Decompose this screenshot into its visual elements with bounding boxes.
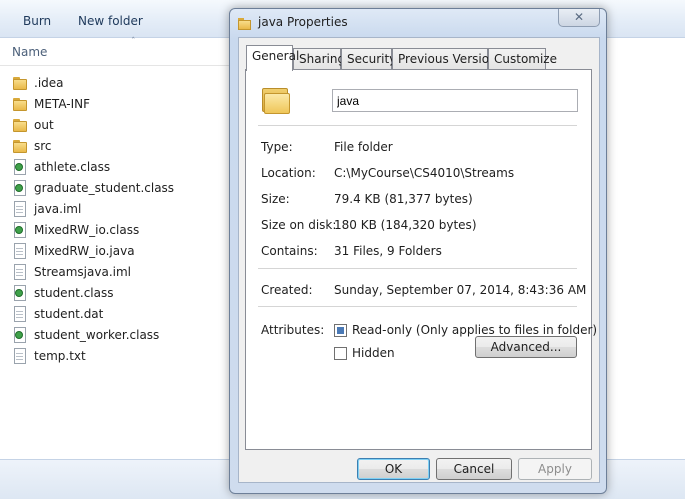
size-on-disk-value: 180 KB (184,320 bytes) xyxy=(334,218,477,232)
file-icon xyxy=(12,242,28,259)
size-label: Size: xyxy=(261,192,290,206)
file-list-item[interactable]: MixedRW_io.class xyxy=(12,219,232,240)
file-name: athlete.class xyxy=(34,159,111,174)
contains-label: Contains: xyxy=(261,244,318,258)
file-list-item[interactable]: athlete.class xyxy=(12,156,232,177)
file-list: .idea META-INF out src athlete.class graduate… xyxy=(12,72,232,366)
file-list-item[interactable]: out xyxy=(12,114,232,135)
file-name: student.class xyxy=(34,285,114,300)
file-name: src xyxy=(34,138,52,153)
close-icon: ✕ xyxy=(573,10,585,24)
folder-icon xyxy=(238,17,252,31)
file-icon xyxy=(12,200,28,217)
attributes-label: Attributes: xyxy=(261,323,325,337)
file-list-item[interactable]: student_worker.class xyxy=(12,324,232,345)
advanced-button[interactable]: Advanced... xyxy=(475,336,577,358)
class-file-icon xyxy=(12,158,28,175)
name-column-header[interactable]: Name ˆ xyxy=(0,37,230,66)
apply-button[interactable]: Apply xyxy=(518,458,592,480)
readonly-label: Read-only (Only applies to files in fold… xyxy=(352,323,598,337)
close-button[interactable]: ✕ xyxy=(558,9,600,27)
file-icon xyxy=(12,263,28,280)
file-name: student_worker.class xyxy=(34,327,160,342)
file-name: META-INF xyxy=(34,96,91,111)
general-tab-panel: Type: File folder Location: C:\MyCourse\… xyxy=(245,69,597,450)
class-file-icon xyxy=(12,221,28,238)
class-file-icon xyxy=(12,284,28,301)
file-list-item[interactable]: Streamsjava.iml xyxy=(12,261,232,282)
created-value: Sunday, September 07, 2014, 8:43:36 AM xyxy=(334,283,587,297)
file-icon xyxy=(12,347,28,364)
folder-name-input[interactable] xyxy=(332,89,578,112)
new-folder-button[interactable]: New folder xyxy=(78,14,143,28)
type-value: File folder xyxy=(334,140,393,154)
file-list-item[interactable]: java.iml xyxy=(12,198,232,219)
file-list-item[interactable]: .idea xyxy=(12,72,232,93)
readonly-checkbox[interactable] xyxy=(334,324,347,337)
created-label: Created: xyxy=(261,283,313,297)
file-list-item[interactable]: MixedRW_io.java xyxy=(12,240,232,261)
file-list-item[interactable]: graduate_student.class xyxy=(12,177,232,198)
divider xyxy=(258,268,577,269)
file-list-item[interactable]: META-INF xyxy=(12,93,232,114)
tab-general[interactable]: General xyxy=(246,45,299,71)
location-value: C:\MyCourse\CS4010\Streams xyxy=(334,166,515,180)
file-list-item[interactable]: student.dat xyxy=(12,303,232,324)
sort-ascending-icon: ˆ xyxy=(131,37,136,47)
file-name: student.dat xyxy=(34,306,104,321)
tab-customize[interactable]: Customize xyxy=(488,48,557,70)
dialog-client-area: General Sharing Security Previous Versio… xyxy=(238,37,600,483)
ok-button[interactable]: OK xyxy=(357,458,430,480)
properties-dialog: java Properties ✕ General Sharing Securi… xyxy=(229,8,607,494)
cancel-button[interactable]: Cancel xyxy=(436,458,512,480)
file-list-item[interactable]: student.class xyxy=(12,282,232,303)
dialog-title: java Properties xyxy=(258,15,348,29)
file-name: .idea xyxy=(34,75,64,90)
burn-button[interactable]: Burn xyxy=(23,14,51,28)
tab-sharing[interactable]: Sharing xyxy=(293,48,345,70)
file-name: graduate_student.class xyxy=(34,180,175,195)
class-file-icon xyxy=(12,179,28,196)
contains-value: 31 Files, 9 Folders xyxy=(334,244,442,258)
divider xyxy=(258,306,577,307)
file-name: temp.txt xyxy=(34,348,86,363)
name-column-label: Name xyxy=(12,45,48,59)
file-icon xyxy=(12,305,28,322)
tab-security[interactable]: Security xyxy=(341,48,396,70)
tab-previous-versions[interactable]: Previous Versions xyxy=(392,48,503,70)
file-list-item[interactable]: src xyxy=(12,135,232,156)
file-list-item[interactable]: temp.txt xyxy=(12,345,232,366)
class-file-icon xyxy=(12,326,28,343)
hidden-checkbox[interactable] xyxy=(334,347,347,360)
file-name: out xyxy=(34,117,54,132)
folder-icon xyxy=(12,138,28,154)
type-label: Type: xyxy=(261,140,293,154)
folder-icon xyxy=(12,96,28,112)
size-value: 79.4 KB (81,377 bytes) xyxy=(334,192,473,206)
file-name: MixedRW_io.java xyxy=(34,243,135,258)
folder-icon xyxy=(12,75,28,91)
size-on-disk-label: Size on disk: xyxy=(261,218,337,232)
file-name: java.iml xyxy=(34,201,82,216)
divider xyxy=(258,125,577,126)
location-label: Location: xyxy=(261,166,316,180)
hidden-label: Hidden xyxy=(352,346,395,360)
folder-icon xyxy=(12,117,28,133)
folder-large-icon xyxy=(260,84,292,116)
file-name: MixedRW_io.class xyxy=(34,222,140,237)
file-name: Streamsjava.iml xyxy=(34,264,131,279)
